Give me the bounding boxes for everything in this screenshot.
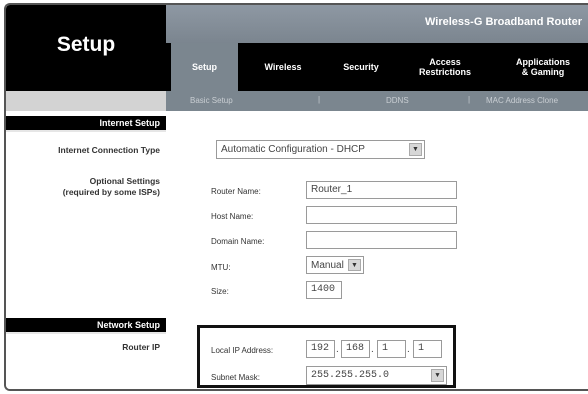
section-divider bbox=[6, 332, 166, 334]
mtu-select[interactable]: Manual ▼ bbox=[306, 256, 364, 274]
highlight-box bbox=[197, 325, 456, 388]
tab-applications-gaming[interactable]: Applications & Gaming bbox=[496, 43, 588, 91]
router-name-input[interactable]: Router_1 bbox=[306, 181, 457, 199]
domain-name-input[interactable] bbox=[306, 231, 457, 249]
label-mtu: MTU: bbox=[211, 263, 231, 272]
label-optional-settings: Optional Settings bbox=[89, 176, 160, 186]
left-grey-strip bbox=[6, 91, 166, 111]
chevron-down-icon[interactable]: ▼ bbox=[409, 143, 422, 156]
tab-security[interactable]: Security bbox=[326, 43, 396, 91]
tab-wireless[interactable]: Wireless bbox=[248, 43, 318, 91]
tab-label: Restrictions bbox=[418, 67, 471, 77]
tab-setup[interactable]: Setup bbox=[171, 43, 238, 91]
brand-title: Wireless-G Broadband Router bbox=[425, 16, 582, 28]
main-tab-bar: Setup Wireless Security Access Restricti… bbox=[166, 43, 588, 91]
subnav-separator: | bbox=[318, 95, 321, 104]
mtu-size-input[interactable]: 1400 bbox=[306, 281, 342, 299]
subnav-ddns[interactable]: DDNS bbox=[386, 96, 409, 105]
label-internet-connection-type: Internet Connection Type bbox=[58, 145, 160, 155]
label-optional-settings-note: (required by some ISPs) bbox=[62, 187, 160, 197]
subnav-separator: | bbox=[468, 95, 471, 104]
tab-access-restrictions[interactable]: Access Restrictions bbox=[404, 43, 486, 91]
brand-title-bar: Wireless-G Broadband Router bbox=[166, 5, 588, 43]
setup-header-title: Setup bbox=[56, 33, 116, 56]
subnav-mac-address-clone[interactable]: MAC Address Clone bbox=[486, 96, 558, 105]
label-host-name: Host Name: bbox=[211, 212, 254, 221]
label-domain-name: Domain Name: bbox=[211, 237, 265, 246]
internet-connection-type-select[interactable]: Automatic Configuration - DHCP ▼ bbox=[216, 140, 425, 159]
tab-label: Wireless bbox=[264, 62, 302, 72]
tab-label: Access bbox=[429, 57, 461, 67]
host-name-input[interactable] bbox=[306, 206, 457, 224]
select-value: Automatic Configuration - DHCP bbox=[221, 144, 365, 155]
left-sidebar: Setup Internet Setup Internet Connection… bbox=[6, 5, 166, 389]
section-divider bbox=[6, 130, 166, 132]
tab-label: Applications bbox=[515, 57, 570, 67]
section-network-setup: Network Setup bbox=[6, 318, 166, 332]
tab-label: & Gaming bbox=[521, 67, 565, 77]
label-size: Size: bbox=[211, 287, 229, 296]
setup-header: Setup bbox=[6, 5, 166, 91]
subnav-basic-setup[interactable]: Basic Setup bbox=[190, 96, 233, 105]
section-internet-setup: Internet Setup bbox=[6, 116, 166, 130]
sub-navigation: Basic Setup | DDNS | MAC Address Clone bbox=[166, 91, 588, 111]
tab-label: Security bbox=[343, 62, 379, 72]
label-router-ip: Router IP bbox=[122, 342, 160, 352]
chevron-down-icon[interactable]: ▼ bbox=[348, 259, 361, 271]
select-value: Manual bbox=[311, 259, 344, 271]
label-router-name: Router Name: bbox=[211, 187, 261, 196]
tab-label: Setup bbox=[191, 62, 217, 72]
